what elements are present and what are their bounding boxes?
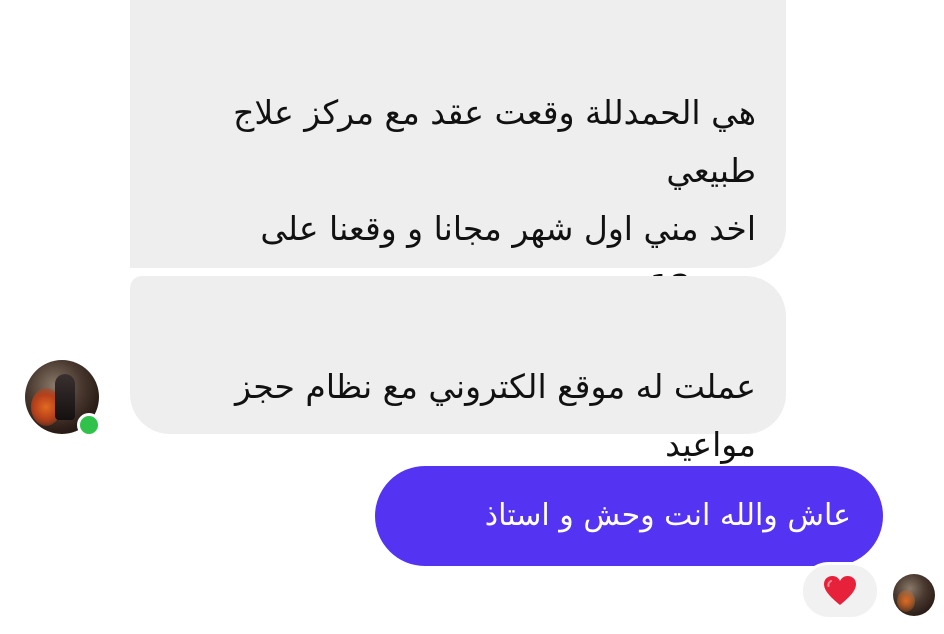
chat-thread: هي الحمدللة وقعت عقد مع مركز علاج طبيعي … [0, 0, 944, 634]
message-text: عاش والله انت وحش و استاذ [484, 498, 851, 533]
message-bubble-incoming[interactable]: هي الحمدللة وقعت عقد مع مركز علاج طبيعي … [130, 0, 786, 306]
message-bubble-incoming[interactable]: عملت له موقع الكتروني مع نظام حجز مواعيد [130, 276, 786, 464]
message-bubble-outgoing[interactable]: عاش والله انت وحش و استاذ [375, 466, 883, 566]
heart-icon [824, 576, 856, 605]
avatar-image-figure [55, 374, 75, 420]
message-text: هي الحمدللة وقعت عقد مع مركز علاج طبيعي … [233, 93, 756, 306]
avatar-image-fire [897, 590, 915, 612]
seen-by-avatar [893, 574, 935, 616]
online-status-dot [77, 413, 101, 437]
message-reaction[interactable] [800, 562, 880, 620]
message-text: عملت له موقع الكتروني مع نظام حجز مواعيد [235, 367, 756, 464]
